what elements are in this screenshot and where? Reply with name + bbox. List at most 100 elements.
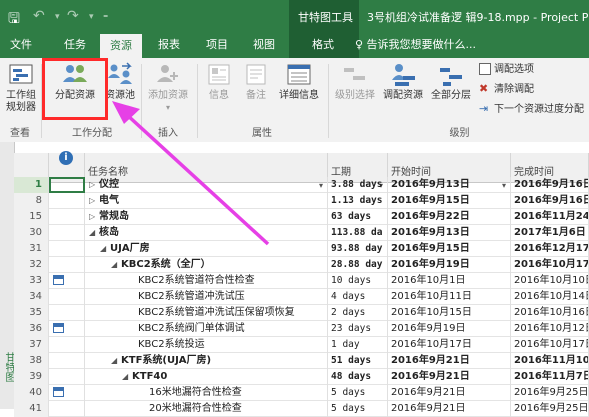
duration-cell[interactable]: 1 day: [328, 337, 388, 353]
row-id[interactable]: 32: [14, 257, 49, 273]
finish-cell[interactable]: 2017年1月6日: [511, 225, 589, 241]
add-resource-button[interactable]: 添加资源 ▾: [145, 60, 191, 114]
row-indicator[interactable]: [49, 257, 85, 273]
row-indicator[interactable]: [49, 225, 85, 241]
row-id[interactable]: 37: [14, 337, 49, 353]
finish-cell[interactable]: 2016年9月16日: [511, 177, 589, 193]
finish-cell[interactable]: 2016年10月12日: [511, 321, 589, 337]
start-cell[interactable]: 2016年9月15日: [388, 193, 511, 209]
row-indicator[interactable]: [49, 385, 85, 401]
task-name-cell[interactable]: ◢ UJA厂房: [85, 241, 328, 257]
row-id[interactable]: 33: [14, 273, 49, 289]
row-id[interactable]: 39: [14, 369, 49, 385]
finish-cell[interactable]: 2016年9月25日: [511, 385, 589, 401]
leveling-options-button[interactable]: 调配选项: [479, 62, 534, 78]
table-row[interactable]: 36 KBC2系统阀门单体调试 23 days 2016年9月19日 2016年10月1…: [14, 321, 589, 337]
expand-icon[interactable]: ▷: [89, 209, 99, 224]
collapse-icon[interactable]: ◢: [122, 369, 132, 384]
table-row[interactable]: 37 KBC2系统投运 1 day 2016年10月17日 2016年10月17日: [14, 337, 589, 353]
start-cell[interactable]: 2016年9月21日: [388, 369, 511, 385]
table-row[interactable]: 38 ◢ KTF系统(UJA厂房) 51 days 2016年9月21日 2016年11月…: [14, 353, 589, 369]
collapse-icon[interactable]: ◢: [100, 241, 110, 256]
row-indicator[interactable]: [49, 337, 85, 353]
redo-dropdown-icon[interactable]: ▾: [89, 12, 94, 22]
collapse-icon[interactable]: ◢: [89, 225, 99, 240]
row-id[interactable]: 30: [14, 225, 49, 241]
finish-cell[interactable]: 2016年12月17日: [511, 241, 589, 257]
row-id[interactable]: 34: [14, 289, 49, 305]
start-cell[interactable]: 2016年9月21日: [388, 385, 511, 401]
task-name-cell[interactable]: KBC2系统管道符合性检查: [85, 273, 328, 289]
task-name-cell[interactable]: ◢ 核岛: [85, 225, 328, 241]
table-row[interactable]: 31 ◢UJA厂房93.88 day2016年9月15日2016年12月17日: [14, 241, 589, 257]
team-planner-button[interactable]: 工作组 规划器: [3, 60, 39, 114]
collapse-icon[interactable]: ◢: [111, 353, 121, 368]
start-cell[interactable]: 2016年9月19日: [388, 321, 511, 337]
table-row[interactable]: 32 ◢ KBC2系统（全厂） 28.88 day 2016年9月19日 2016年10月…: [14, 257, 589, 273]
row-id[interactable]: 38: [14, 353, 49, 369]
row-indicator[interactable]: [49, 289, 85, 305]
duration-cell[interactable]: 28.88 day: [328, 257, 388, 273]
tab-format[interactable]: 格式: [300, 32, 346, 58]
row-indicator[interactable]: [49, 369, 85, 385]
start-cell[interactable]: 2016年9月19日: [388, 257, 511, 273]
row-id[interactable]: 15: [14, 209, 49, 225]
tab-view[interactable]: 视图: [243, 32, 285, 58]
collapse-icon[interactable]: ◢: [111, 257, 121, 272]
start-cell[interactable]: 2016年9月15日: [388, 241, 511, 257]
table-row[interactable]: 8 ▷ 电气 1.13 days 2016年9月15日 2016年9月16日: [14, 193, 589, 209]
duration-cell[interactable]: 5 days: [328, 401, 388, 417]
tab-file[interactable]: 文件: [0, 32, 42, 58]
tab-task[interactable]: 任务: [54, 32, 96, 58]
table-row[interactable]: 35 KBC2系统管道冲洗试压保留项恢复 2 days 2016年10月15日 2016…: [14, 305, 589, 321]
info-button[interactable]: 信息: [203, 60, 235, 102]
row-indicator[interactable]: [49, 209, 85, 225]
tab-report[interactable]: 报表: [148, 32, 190, 58]
task-name-cell[interactable]: KBC2系统管道冲洗试压: [85, 289, 328, 305]
level-resource-button[interactable]: 调配资源: [380, 60, 426, 102]
start-cell[interactable]: 2016年10月1日: [388, 273, 511, 289]
view-bar[interactable]: 甘特图: [0, 142, 15, 409]
expand-icon[interactable]: ▷: [89, 193, 99, 208]
start-cell[interactable]: 2016年9月13日: [388, 225, 511, 241]
finish-cell[interactable]: 2016年11月24日: [511, 209, 589, 225]
duration-cell[interactable]: 93.88 day: [328, 241, 388, 257]
start-cell[interactable]: 2016年10月17日: [388, 337, 511, 353]
finish-cell[interactable]: 2016年10月16日: [511, 305, 589, 321]
task-name-cell[interactable]: 20米地漏符合性检查: [85, 401, 328, 417]
task-name-cell[interactable]: ◢ KBC2系统（全厂）: [85, 257, 328, 273]
table-row[interactable]: 1 ▷ 仪控 3.88 days 2016年9月13日 2016年9月16日: [14, 177, 589, 193]
customize-toolbar-icon[interactable]: ₌: [103, 10, 108, 21]
duration-cell[interactable]: 51 days: [328, 353, 388, 369]
row-id[interactable]: 1: [14, 177, 49, 193]
row-indicator[interactable]: [49, 241, 85, 257]
start-cell[interactable]: 2016年10月15日: [388, 305, 511, 321]
duration-cell[interactable]: 1.13 days: [328, 193, 388, 209]
expand-icon[interactable]: ▷: [89, 177, 99, 192]
details-button[interactable]: 详细信息: [276, 60, 322, 102]
tab-resource[interactable]: 资源: [100, 34, 142, 58]
row-id[interactable]: 31: [14, 241, 49, 257]
start-cell[interactable]: 2016年9月22日: [388, 209, 511, 225]
row-id[interactable]: 36: [14, 321, 49, 337]
task-name-cell[interactable]: ▷ 电气: [85, 193, 328, 209]
tab-project[interactable]: 项目: [196, 32, 238, 58]
tell-me-search[interactable]: ♀ 告诉我您想要做什么...: [355, 32, 476, 58]
row-indicator[interactable]: [49, 273, 85, 289]
undo-dropdown-icon[interactable]: ▾: [55, 12, 60, 22]
clear-leveling-button[interactable]: ✖ 清除调配: [479, 82, 534, 98]
duration-cell[interactable]: 3.88 days: [328, 177, 388, 193]
duration-cell[interactable]: 48 days: [328, 369, 388, 385]
notes-button[interactable]: 备注: [240, 60, 272, 102]
task-name-cell[interactable]: KBC2系统管道冲洗试压保留项恢复: [85, 305, 328, 321]
row-indicator[interactable]: [49, 401, 85, 417]
table-row[interactable]: 41 20米地漏符合性检查 5 days 2016年9月21日 2016年9月25日: [14, 401, 589, 417]
row-indicator[interactable]: [49, 353, 85, 369]
task-name-cell[interactable]: ◢ KTF系统(UJA厂房): [85, 353, 328, 369]
row-id[interactable]: 8: [14, 193, 49, 209]
duration-cell[interactable]: 63 days: [328, 209, 388, 225]
save-icon[interactable]: 🖫: [8, 8, 20, 32]
next-overallocation-button[interactable]: ⇥ 下一个资源过度分配: [479, 102, 584, 118]
start-cell[interactable]: 2016年10月11日: [388, 289, 511, 305]
task-name-cell[interactable]: ◢ KTF40: [85, 369, 328, 385]
